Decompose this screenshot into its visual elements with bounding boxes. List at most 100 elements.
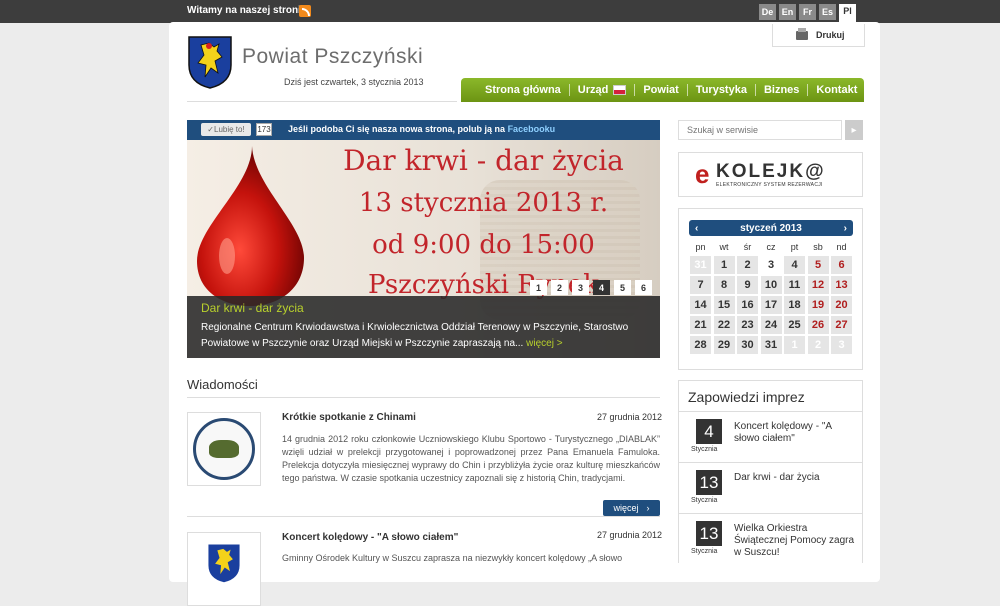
calendar-weekday: śr [743,241,752,252]
printer-icon [796,27,808,40]
event-item[interactable]: 4 Stycznia Koncert kolędowy - "A słowo c… [679,411,862,462]
caption-more-link[interactable]: więcej > [526,338,562,349]
slide-caption: Dar krwi - dar życia Regionalne Centrum … [187,296,660,358]
calendar-day[interactable]: 29 [713,336,735,354]
bison-icon [209,440,239,458]
event-month: Stycznia [691,497,718,504]
ekolejka-subtitle: ELEKTRONICZNY SYSTEM REZERWACJI [716,182,823,188]
calendar-day[interactable]: 12 [807,276,829,294]
calendar-day[interactable]: 31 [690,256,711,274]
nav-contact[interactable]: Kontakt [808,84,865,96]
slider-page-2[interactable]: 2 [551,280,568,295]
print-button[interactable]: Drukuj [772,24,865,47]
calendar-day[interactable]: 3 [831,336,852,354]
news-divider [187,397,660,398]
nav-home[interactable]: Strona główna [477,84,570,96]
flag-icon [613,85,627,95]
event-title[interactable]: Koncert kolędowy - "A słowo ciałem" [734,421,859,445]
news-thumbnail[interactable] [187,532,261,606]
calendar-day[interactable]: 14 [690,296,711,314]
calendar-weekday: wt [719,241,729,252]
calendar-day[interactable]: 26 [807,316,829,334]
news-more-button[interactable]: więcej › [603,500,660,516]
site-name[interactable]: Powiat Pszczyński [242,45,423,69]
news-text: Gminny Ośrodek Kultury w Suszcu zaprasza… [282,553,623,563]
lang-fr[interactable]: Fr [799,4,816,20]
calendar-day[interactable]: 30 [737,336,758,354]
nav-office[interactable]: Urząd [570,84,636,96]
calendar-day[interactable]: 17 [760,296,782,314]
news-date: 27 grudnia 2012 [597,530,663,540]
facebook-message: Jeśli podoba Ci się nasza nowa strona, p… [288,124,556,134]
calendar-next-icon[interactable]: › [844,223,847,234]
event-title[interactable]: Dar krwi - dar życia [734,472,859,484]
calendar-day[interactable]: 7 [690,276,711,294]
calendar-day[interactable]: 27 [831,316,852,334]
calendar-day[interactable]: 25 [784,316,805,334]
calendar-day[interactable]: 18 [784,296,805,314]
calendar-day[interactable]: 19 [807,296,829,314]
lang-en[interactable]: En [779,4,796,20]
calendar-day[interactable]: 28 [690,336,711,354]
event-month: Stycznia [691,548,718,555]
caption-title[interactable]: Dar krwi - dar życia [201,301,304,315]
calendar-day[interactable]: 13 [831,276,852,294]
calendar-day[interactable]: 5 [807,256,829,274]
lang-es[interactable]: Es [819,4,836,20]
search-button[interactable]: ▸ [845,120,863,140]
language-switcher: De En Fr Es Pl [759,4,856,23]
calendar-day[interactable]: 2 [807,336,829,354]
lang-pl[interactable]: Pl [839,4,856,23]
arrow-right-icon: ▸ [851,124,857,136]
calendar-day[interactable]: 31 [760,336,782,354]
calendar-day[interactable]: 11 [784,276,805,294]
news-title[interactable]: Koncert kolędowy - "A słowo ciałem" [282,532,458,543]
event-day: 13 [696,521,722,546]
slider-page-6[interactable]: 6 [635,280,652,295]
calendar-prev-icon[interactable]: ‹ [695,223,698,234]
calendar-day[interactable]: 10 [760,276,782,294]
calendar-day[interactable]: 21 [690,316,711,334]
news-text: 14 grudnia 2012 roku członkowie Uczniows… [282,434,660,483]
slider-page-3[interactable]: 3 [572,280,589,295]
calendar-day[interactable]: 1 [784,336,805,354]
nav-tourism[interactable]: Turystyka [688,84,756,96]
news-thumbnail[interactable] [187,412,261,486]
calendar-day[interactable]: 3 [760,256,782,274]
event-day: 13 [696,470,722,495]
search-input[interactable] [678,120,842,140]
slider-page-1[interactable]: 1 [530,280,547,295]
slider-page-5[interactable]: 5 [614,280,631,295]
calendar-day[interactable]: 8 [713,276,735,294]
calendar-day[interactable]: 15 [713,296,735,314]
event-title[interactable]: Wielka Orkiestra Świątecznej Pomocy zagr… [734,523,859,559]
coat-of-arms-logo[interactable] [187,35,233,89]
calendar-day[interactable]: 1 [713,256,735,274]
facebook-link[interactable]: Facebooku [508,124,556,134]
news-date: 27 grudnia 2012 [597,412,663,422]
calendar-day[interactable]: 2 [737,256,758,274]
calendar-day[interactable]: 20 [831,296,852,314]
calendar-weekday: nd [836,241,847,252]
calendar-day[interactable]: 4 [784,256,805,274]
calendar-widget: ‹ styczeń 2013 › pn wt śr cz pt sb nd 31 1 2 3 4 5 6 7… [678,208,863,370]
calendar-day[interactable]: 24 [760,316,782,334]
ekolejka-banner[interactable]: e KOLEJK@ ELEKTRONICZNY SYSTEM REZERWACJ… [678,152,863,197]
nav-county[interactable]: Powiat [635,84,688,96]
news-separator [187,516,660,517]
slider-page-4[interactable]: 4 [593,280,610,295]
calendar-day[interactable]: 9 [737,276,758,294]
like-button[interactable]: ✓ Lubię to! [201,123,251,136]
rss-icon[interactable] [299,5,311,17]
facebook-bar: ✓ Lubię to! 173 Jeśli podoba Ci się nasza… [187,120,660,140]
calendar-day[interactable]: 22 [713,316,735,334]
nav-business[interactable]: Biznes [756,84,809,96]
event-item[interactable]: 13 Stycznia Dar krwi - dar życia [679,462,862,513]
event-item[interactable]: 13 Stycznia Wielka Orkiestra Świątecznej… [679,513,862,564]
calendar-day[interactable]: 23 [737,316,758,334]
calendar-day[interactable]: 16 [737,296,758,314]
calendar-day[interactable]: 6 [831,256,852,274]
news-title[interactable]: Krótkie spotkanie z Chinami [282,412,416,423]
lang-de[interactable]: De [759,4,776,20]
coat-of-arms-icon [208,544,240,583]
